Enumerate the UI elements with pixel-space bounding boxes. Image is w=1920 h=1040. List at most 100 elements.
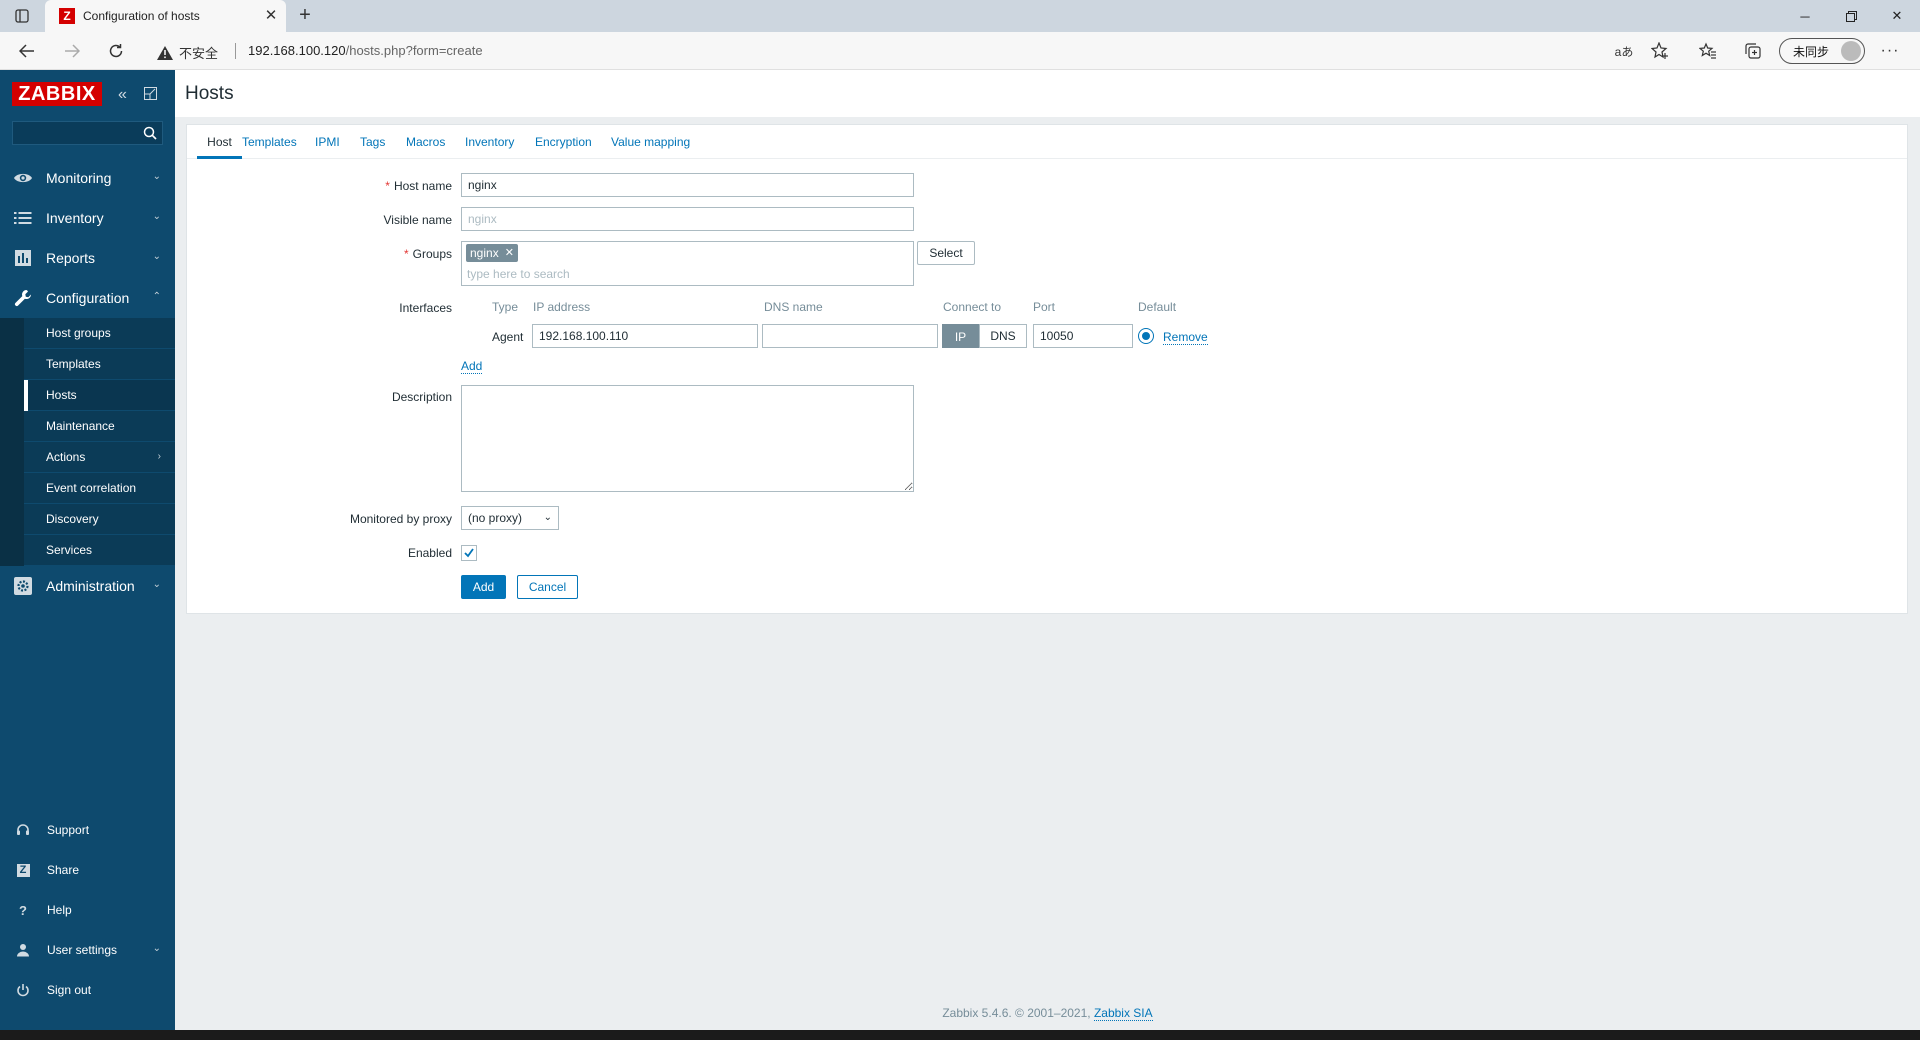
add-button[interactable]: Add xyxy=(461,575,506,599)
headset-icon xyxy=(15,822,31,838)
remove-tag-icon[interactable]: ✕ xyxy=(505,244,514,262)
close-window-icon[interactable]: ✕ xyxy=(1874,0,1920,32)
submenu-discovery[interactable]: Discovery xyxy=(0,504,175,535)
tab-ipmi[interactable]: IPMI xyxy=(315,125,340,159)
zabbix-logo[interactable]: ZABBIX xyxy=(12,82,102,106)
submenu-maintenance[interactable]: Maintenance xyxy=(0,411,175,442)
description-textarea[interactable] xyxy=(461,385,914,492)
proxy-select[interactable]: (no proxy) ⌄ xyxy=(461,506,559,530)
sidebar-search-input[interactable] xyxy=(12,121,163,145)
groups-search-placeholder[interactable]: type here to search xyxy=(467,267,570,281)
chevron-right-icon: › xyxy=(157,451,161,462)
form-tabs: Host Templates IPMI Tags Macros Inventor… xyxy=(187,125,1907,159)
address-bar: 不安全 192.168.100.120/hosts.php?form=creat… xyxy=(0,32,1920,70)
host-form-panel: Host Templates IPMI Tags Macros Inventor… xyxy=(186,124,1908,614)
connect-ip-button[interactable]: IP xyxy=(942,324,979,348)
remove-interface-link[interactable]: Remove xyxy=(1163,330,1208,345)
menu-monitoring[interactable]: Monitoring ⌄ xyxy=(0,158,175,198)
collapse-sidebar-icon[interactable]: « xyxy=(118,86,127,104)
required-marker: * xyxy=(403,247,409,261)
help-icon: ? xyxy=(19,902,27,918)
more-menu-icon[interactable]: ··· xyxy=(1880,41,1900,61)
chevron-down-icon: ⌄ xyxy=(543,512,552,523)
host-name-input[interactable]: nginx xyxy=(461,173,914,197)
favorites-icon[interactable] xyxy=(1698,41,1718,61)
wrench-icon xyxy=(13,289,33,307)
browser-tab-active[interactable]: Z Configuration of hosts ✕ xyxy=(45,0,286,32)
default-interface-radio[interactable] xyxy=(1138,328,1154,344)
security-label: 不安全 xyxy=(179,46,219,61)
required-marker: * xyxy=(385,179,390,193)
share-glyph: Z xyxy=(16,863,30,877)
submenu-hosts[interactable]: Hosts xyxy=(0,380,175,411)
tab-macros[interactable]: Macros xyxy=(406,125,445,159)
cancel-button[interactable]: Cancel xyxy=(517,575,578,599)
add-interface-link[interactable]: Add xyxy=(461,359,483,374)
browser-tab-bar: Z Configuration of hosts ✕ + ─ ✕ xyxy=(0,0,1920,32)
proxy-label: Monitored by proxy xyxy=(349,512,452,526)
connect-dns-button[interactable]: DNS xyxy=(979,324,1027,348)
submenu-services[interactable]: Services xyxy=(0,535,175,566)
enabled-checkbox[interactable] xyxy=(461,545,477,561)
submenu-event-correlation[interactable]: Event correlation xyxy=(0,473,175,504)
groups-label: * Groups xyxy=(280,247,452,261)
restore-icon[interactable] xyxy=(1828,0,1874,32)
profile-label: 未同步 xyxy=(1793,44,1830,59)
interfaces-label: Interfaces xyxy=(399,301,452,315)
select-groups-button[interactable]: Select xyxy=(917,241,975,265)
url-field[interactable]: 192.168.100.120/hosts.php?form=create xyxy=(248,43,483,58)
interface-ip-input[interactable]: 192.168.100.110 xyxy=(532,324,758,348)
connect-to-toggle: IP DNS xyxy=(942,324,1027,348)
menu-label: Sign out xyxy=(47,983,92,997)
avatar xyxy=(1841,41,1861,61)
menu-support[interactable]: Support xyxy=(0,810,175,850)
tab-inventory[interactable]: Inventory xyxy=(465,125,514,159)
visible-name-input[interactable]: nginx xyxy=(461,207,914,231)
tab-host[interactable]: Host xyxy=(197,125,242,159)
menu-label: Inventory xyxy=(46,210,104,226)
tab-encryption[interactable]: Encryption xyxy=(535,125,592,159)
tab-close-icon[interactable]: ✕ xyxy=(263,8,279,24)
menu-user-settings[interactable]: User settings ⌄ xyxy=(0,930,175,970)
zabbix-favicon-icon: Z xyxy=(59,8,75,24)
tab-templates[interactable]: Templates xyxy=(242,125,297,159)
collections-icon[interactable] xyxy=(1743,41,1763,61)
page-header: Hosts xyxy=(175,70,1920,118)
interface-port-input[interactable]: 10050 xyxy=(1033,324,1133,348)
menu-share[interactable]: Z Share xyxy=(0,850,175,890)
menu-sign-out[interactable]: Sign out xyxy=(0,970,175,1010)
tab-actions-icon[interactable] xyxy=(14,8,30,24)
footer-company-link[interactable]: Zabbix SIA xyxy=(1093,1006,1153,1021)
interface-dns-input[interactable] xyxy=(762,324,938,348)
refresh-icon[interactable] xyxy=(102,38,130,64)
submenu-actions[interactable]: Actions › xyxy=(0,442,175,473)
bar-chart-icon xyxy=(13,249,33,267)
translate-icon[interactable]: aあ xyxy=(1614,41,1634,61)
group-tag-label: nginx xyxy=(470,246,499,260)
profile-button[interactable]: 未同步 xyxy=(1779,38,1865,64)
forward-icon[interactable] xyxy=(58,38,86,64)
add-favorite-icon[interactable] xyxy=(1650,41,1670,61)
page-title: Hosts xyxy=(185,83,234,104)
menu-administration[interactable]: Administration ⌄ xyxy=(0,566,175,606)
submenu-templates[interactable]: Templates xyxy=(0,349,175,380)
url-host: 192.168.100.120 xyxy=(248,43,346,58)
os-taskbar xyxy=(0,1030,1920,1040)
menu-help[interactable]: ? Help xyxy=(0,890,175,930)
back-icon[interactable] xyxy=(13,38,41,64)
kiosk-mode-icon[interactable] xyxy=(144,87,158,100)
tab-value-mapping[interactable]: Value mapping xyxy=(611,125,690,159)
tab-tags[interactable]: Tags xyxy=(360,125,385,159)
submenu-host-groups[interactable]: Host groups xyxy=(0,318,175,349)
security-indicator[interactable]: 不安全 xyxy=(157,43,218,62)
tab-title: Configuration of hosts xyxy=(83,9,200,23)
new-tab-icon[interactable]: + xyxy=(294,5,316,27)
menu-inventory[interactable]: Inventory ⌄ xyxy=(0,198,175,238)
minimize-icon[interactable]: ─ xyxy=(1782,0,1828,32)
menu-reports[interactable]: Reports ⌄ xyxy=(0,238,175,278)
chevron-down-icon: ⌄ xyxy=(152,943,161,954)
menu-label: Monitoring xyxy=(46,170,112,186)
bottom-menu: Support Z Share ? Help User settings ⌄ S… xyxy=(0,810,175,1010)
search-icon[interactable] xyxy=(143,126,157,140)
menu-configuration[interactable]: Configuration ⌃ xyxy=(0,278,175,318)
